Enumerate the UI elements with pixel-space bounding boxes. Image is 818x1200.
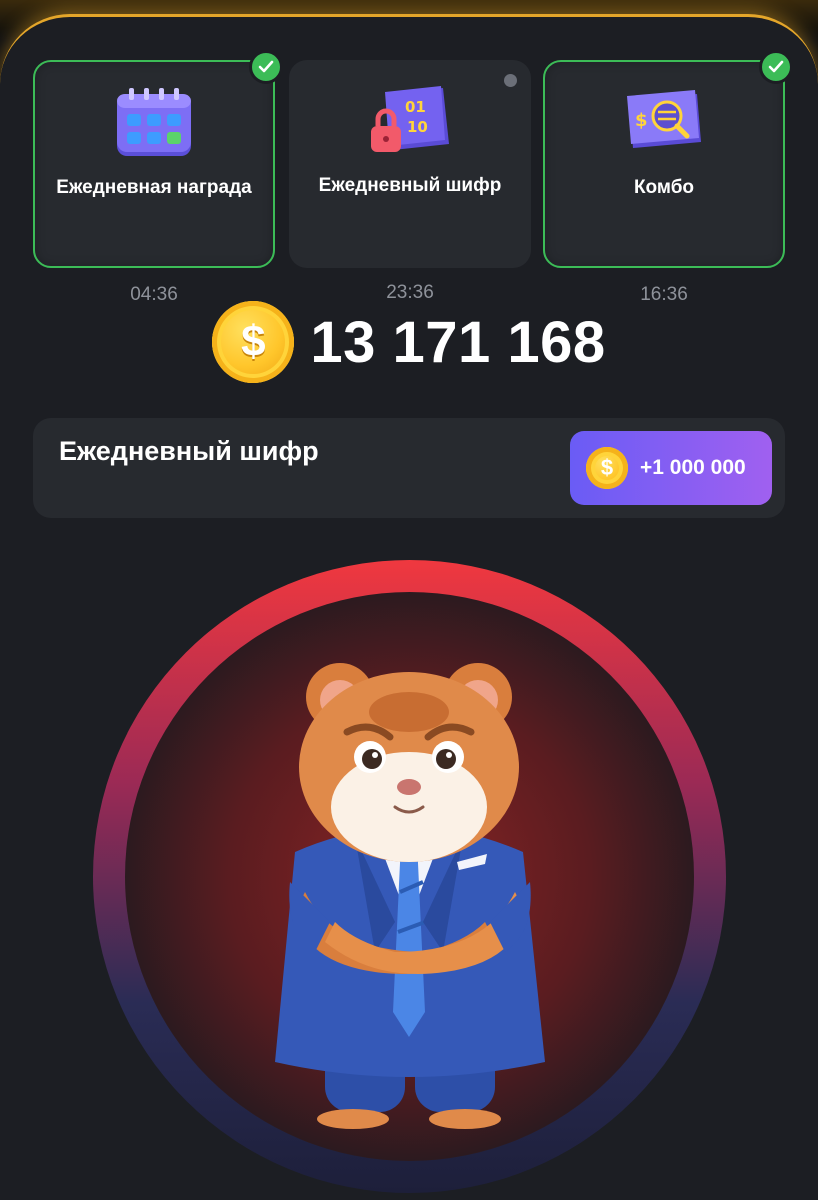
cipher-label: Ежедневный шифр bbox=[59, 436, 319, 466]
cipher-reward-button[interactable]: $ +1 000 000 bbox=[570, 431, 772, 505]
check-icon bbox=[249, 50, 283, 84]
combo-card-icon: $ bbox=[619, 86, 709, 166]
dollar-coin-icon: $ bbox=[212, 301, 295, 383]
check-icon bbox=[759, 50, 793, 84]
svg-text:$: $ bbox=[635, 110, 648, 131]
status-dot-icon bbox=[504, 74, 517, 87]
hamster-tap-button[interactable] bbox=[93, 560, 726, 1193]
cipher-lock-icon: 01 10 bbox=[365, 84, 455, 164]
balance-display: $ 13 171 168 bbox=[0, 300, 818, 384]
card-title: Ежедневная награда bbox=[56, 177, 252, 198]
daily-cipher-card[interactable]: 01 10 Ежедневный шифр 23:36 bbox=[289, 60, 531, 303]
card-title: Комбо bbox=[633, 177, 695, 198]
card-title: Ежедневный шифр bbox=[318, 175, 502, 196]
hamster-tap-area bbox=[125, 592, 694, 1161]
svg-text:10: 10 bbox=[407, 118, 428, 136]
svg-text:01: 01 bbox=[405, 98, 426, 116]
balance-amount: 13 171 168 bbox=[310, 309, 606, 375]
reward-amount: +1 000 000 bbox=[640, 456, 746, 479]
calendar-icon bbox=[109, 86, 199, 166]
daily-reward-card[interactable]: Ежедневная награда 04:36 bbox=[33, 50, 283, 305]
hamster-ceo-icon bbox=[275, 663, 545, 1129]
dollar-coin-icon: $ bbox=[586, 447, 628, 489]
combo-card[interactable]: $ Комбо 16:36 bbox=[543, 50, 793, 305]
cipher-banner: Ежедневный шифр $ +1 000 000 bbox=[33, 418, 785, 518]
